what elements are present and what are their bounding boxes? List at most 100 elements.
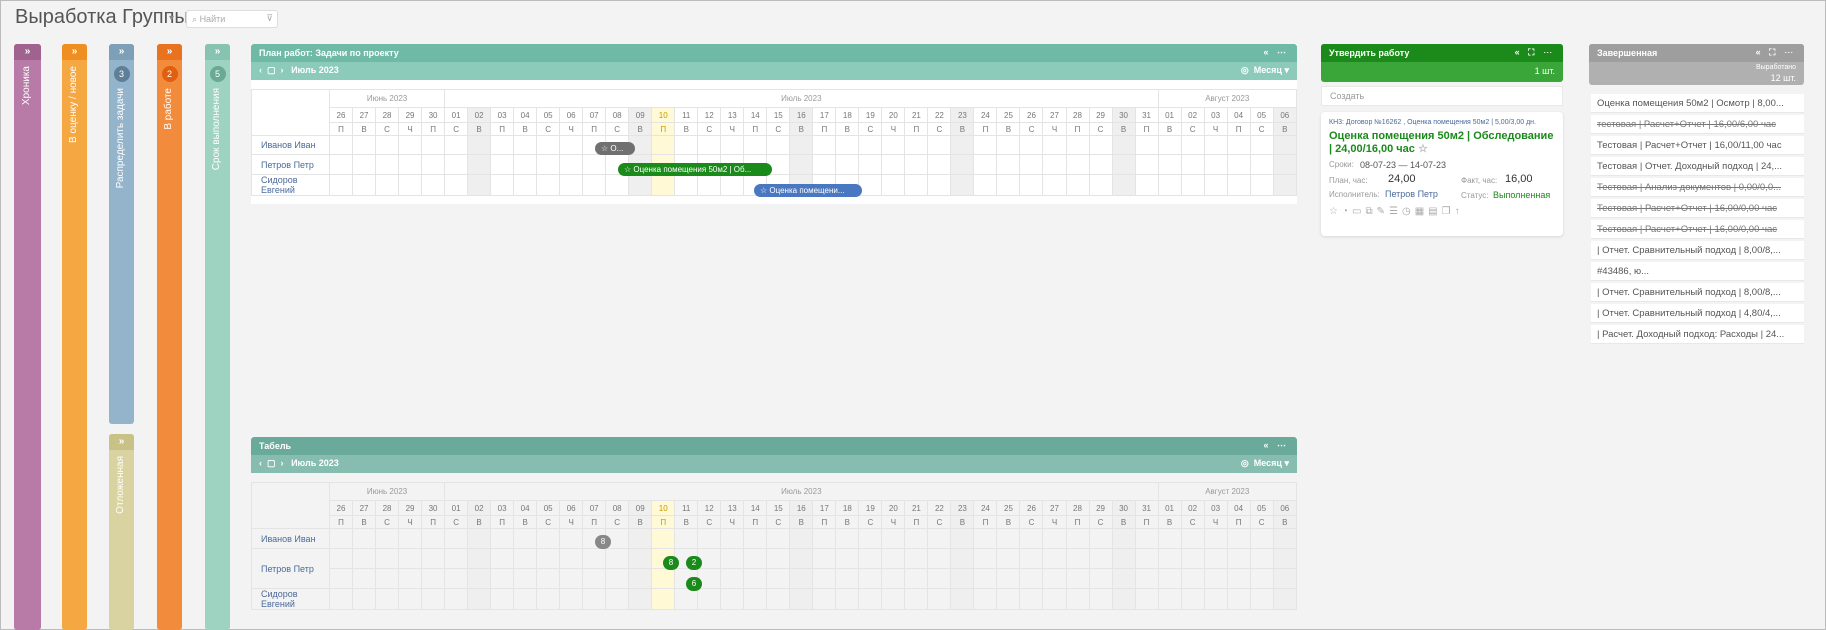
day-cell[interactable] [1157,548,1182,569]
day-cell[interactable] [490,135,515,155]
prev-icon[interactable]: ‹ [259,458,262,468]
day-cell[interactable] [628,548,653,569]
day-cell[interactable] [950,135,975,155]
day-cell[interactable] [973,568,998,589]
day-cell[interactable] [1019,154,1044,175]
day-cell[interactable] [881,528,906,549]
day-cell[interactable] [1249,568,1274,589]
day-cell[interactable] [1249,588,1274,610]
employee-name[interactable]: Петров Петр [251,548,330,589]
done-list-item[interactable]: Тестовая | Расчет+Отчет | 16,00/0,00 час [1591,199,1804,218]
day-cell[interactable] [1042,588,1067,610]
day-cell[interactable] [444,588,469,610]
lane-deadline[interactable]: » 5 Срок выполнения [205,44,230,630]
day-cell[interactable] [628,588,653,610]
card-executor[interactable]: Петров Петр [1385,189,1438,199]
day-cell[interactable] [858,528,883,549]
day-cell[interactable] [697,135,722,155]
day-cell[interactable] [490,588,515,610]
day-cell[interactable] [1065,135,1090,155]
day-cell[interactable] [674,135,699,155]
card-title[interactable]: Оценка помещения 50м2 | Обследование | 2… [1329,130,1553,155]
day-cell[interactable] [743,135,768,155]
day-cell[interactable] [559,568,584,589]
day-cell[interactable] [996,588,1021,610]
day-cell[interactable] [1042,548,1067,569]
day-cell[interactable] [1134,588,1159,610]
day-cell[interactable] [467,568,492,589]
day-cell[interactable] [766,588,791,610]
day-cell[interactable] [536,588,561,610]
day-cell[interactable] [513,154,538,175]
day-cell[interactable] [973,588,998,610]
day-cell[interactable] [352,568,377,589]
day-cell[interactable] [674,174,699,196]
day-cell[interactable] [1065,588,1090,610]
lane-new[interactable]: » В оценку / новое [62,44,87,630]
day-cell[interactable] [398,174,423,196]
day-cell[interactable] [490,548,515,569]
day-cell[interactable] [881,548,906,569]
day-cell[interactable] [582,588,607,610]
day-cell[interactable] [467,174,492,196]
day-cell[interactable] [927,528,952,549]
more-icon[interactable]: ⋯ [1543,47,1555,57]
day-cell[interactable] [720,174,745,196]
hours-badge[interactable]: 8 [663,556,679,570]
day-cell[interactable] [582,548,607,569]
day-cell[interactable] [973,135,998,155]
day-cell[interactable] [1203,154,1228,175]
day-cell[interactable] [835,528,860,549]
day-cell[interactable] [881,135,906,155]
day-cell[interactable] [1203,528,1228,549]
day-cell[interactable] [536,548,561,569]
done-list-item[interactable]: Оценка помещения 50м2 | Осмотр | 8,00... [1591,94,1804,113]
day-cell[interactable] [328,174,354,196]
expand-icon[interactable]: » [14,44,41,60]
day-cell[interactable] [1157,174,1182,196]
day-cell[interactable] [467,135,492,155]
day-cell[interactable] [881,588,906,610]
day-cell[interactable] [328,548,354,569]
day-cell[interactable] [1088,548,1113,569]
day-cell[interactable] [398,528,423,549]
day-cell[interactable] [1157,154,1182,175]
collapse-icon[interactable]: « [1756,47,1764,57]
collapse-icon[interactable]: « [1515,47,1523,57]
day-cell[interactable] [1088,588,1113,610]
day-cell[interactable] [513,174,538,196]
lane-in-progress[interactable]: » 2 В работе [157,44,182,630]
calendar-icon[interactable]: ▢ [267,458,276,468]
day-cell[interactable] [1042,174,1067,196]
day-cell[interactable] [927,135,952,155]
day-cell[interactable] [996,135,1021,155]
day-cell[interactable] [467,548,492,569]
day-cell[interactable] [559,588,584,610]
day-cell[interactable] [858,174,883,196]
filter-icon[interactable]: ⊽ [266,13,273,24]
day-cell[interactable] [559,528,584,549]
day-cell[interactable] [812,135,837,155]
day-cell[interactable] [766,568,791,589]
collapse-icon[interactable]: « [1263,47,1271,57]
day-cell[interactable] [559,548,584,569]
day-cell[interactable] [697,588,722,610]
day-cell[interactable] [881,154,906,175]
day-cell[interactable] [375,588,400,610]
day-cell[interactable] [835,588,860,610]
day-cell[interactable] [513,528,538,549]
day-cell[interactable] [1042,135,1067,155]
day-cell[interactable] [812,154,837,175]
day-cell[interactable] [1272,548,1298,569]
expand-icon[interactable]: » [109,44,134,60]
day-cell[interactable] [513,568,538,589]
day-cell[interactable] [973,154,998,175]
day-cell[interactable] [1111,154,1136,175]
day-cell[interactable] [1065,548,1090,569]
day-cell[interactable] [789,548,814,569]
day-cell[interactable] [927,548,952,569]
day-cell[interactable] [398,568,423,589]
day-cell[interactable] [1203,548,1228,569]
eye-off-icon[interactable]: ◎ [1241,65,1249,75]
day-cell[interactable] [421,135,446,155]
